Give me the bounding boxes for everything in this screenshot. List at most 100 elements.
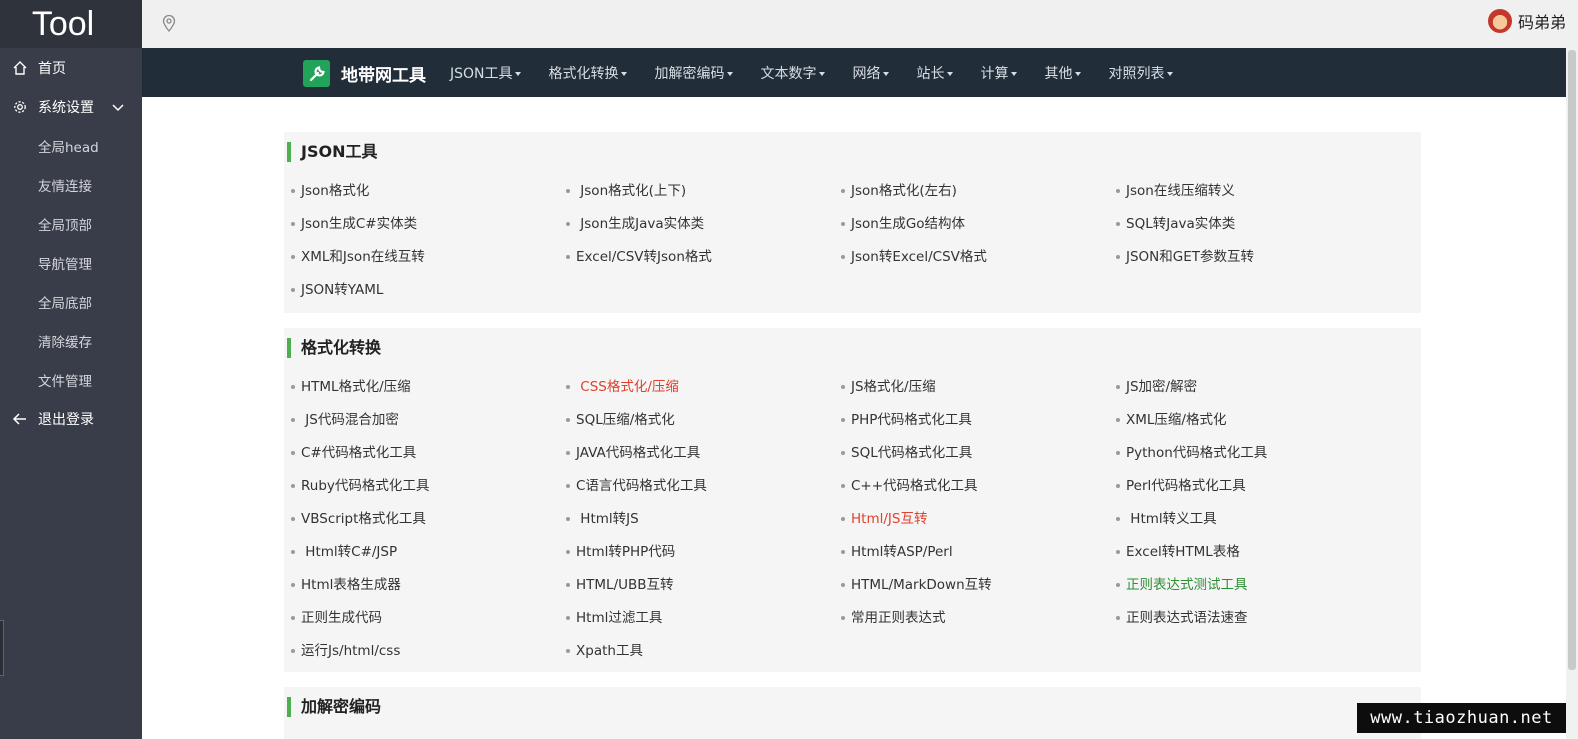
- tool-link[interactable]: Excel转HTML表格: [1116, 540, 1391, 560]
- sidebar-item-logout[interactable]: 退出登录: [0, 399, 142, 438]
- scrollbar-thumb[interactable]: [1568, 50, 1576, 670]
- tool-row: JS代码混合加密 SQL压缩/格式化 PHP代码格式化工具 XML压缩/格式化: [291, 401, 1421, 434]
- tool-link[interactable]: Perl代码格式化工具: [1116, 474, 1391, 494]
- bullet-icon: [1116, 221, 1120, 226]
- tool-link[interactable]: XML和Json在线互转: [291, 245, 566, 265]
- bullet-icon: [841, 188, 845, 193]
- menu-label: 文本数字: [760, 65, 817, 82]
- caret-down-icon: [1074, 71, 1081, 76]
- tool-link[interactable]: Html/JS互转: [841, 507, 1116, 527]
- tool-link[interactable]: Html转ASP/Perl: [841, 540, 1116, 560]
- tool-link[interactable]: Xpath工具: [566, 639, 841, 659]
- tool-link[interactable]: JS加密/解密: [1116, 375, 1391, 395]
- tool-link-label: Html/JS互转: [851, 510, 928, 527]
- tool-link-label: HTML/UBB互转: [576, 576, 674, 593]
- menu-text-number[interactable]: 文本数字: [761, 63, 825, 83]
- bullet-icon: [566, 615, 570, 620]
- tool-link-label: 正则表达式语法速查: [1126, 609, 1248, 626]
- menu-calculate[interactable]: 计算: [981, 63, 1017, 83]
- tool-link[interactable]: Html转JS: [566, 507, 841, 527]
- sidebar-item-global-top[interactable]: 全局顶部: [0, 204, 142, 243]
- tool-link[interactable]: 运行Js/html/css: [291, 639, 566, 659]
- sidebar-item-global-bottom[interactable]: 全局底部: [0, 282, 142, 321]
- tool-link-label: 常用正则表达式: [851, 609, 946, 626]
- sidebar-item-nav-manage[interactable]: 导航管理: [0, 243, 142, 282]
- tool-link-label: JAVA代码格式化工具: [576, 444, 701, 461]
- tool-link-label: Json生成Go结构体: [851, 215, 966, 232]
- tool-link[interactable]: HTML/UBB互转: [566, 573, 841, 593]
- tool-link[interactable]: VBScript格式化工具: [291, 507, 566, 527]
- bullet-icon: [291, 516, 295, 521]
- tool-link[interactable]: SQL压缩/格式化: [566, 408, 841, 428]
- caret-down-icon: [1010, 71, 1017, 76]
- tool-link[interactable]: XML压缩/格式化: [1116, 408, 1391, 428]
- sidebar-item-global-head[interactable]: 全局head: [0, 126, 142, 165]
- tool-link[interactable]: Python代码格式化工具: [1116, 441, 1391, 461]
- tool-link[interactable]: JS格式化/压缩: [841, 375, 1116, 395]
- menu-encrypt-encode[interactable]: 加解密编码: [655, 63, 733, 83]
- tool-link-label: Json格式化(上下): [576, 182, 687, 199]
- tool-link[interactable]: Json生成C#实体类: [291, 212, 566, 232]
- tool-link[interactable]: 正则表达式语法速查: [1116, 606, 1391, 626]
- bullet-icon: [566, 516, 570, 521]
- tool-link[interactable]: SQL转Java实体类: [1116, 212, 1391, 232]
- tool-link[interactable]: Json生成Java实体类: [566, 212, 841, 232]
- bullet-icon: [566, 483, 570, 488]
- tool-link[interactable]: Html表格生成器: [291, 573, 566, 593]
- bullet-icon: [841, 615, 845, 620]
- location-pin-icon[interactable]: [162, 14, 176, 36]
- tool-link-label: 运行Js/html/css: [301, 642, 401, 659]
- tool-link[interactable]: SQL代码格式化工具: [841, 441, 1116, 461]
- tool-link[interactable]: Html转C#/JSP: [291, 540, 566, 560]
- sidebar-item-label: 全局底部: [38, 295, 92, 312]
- sidebar-item-file-manage[interactable]: 文件管理: [0, 360, 142, 399]
- app-brand[interactable]: Tool: [0, 0, 142, 48]
- tool-link[interactable]: CSS格式化/压缩: [566, 375, 841, 395]
- tool-link-label: JS加密/解密: [1126, 378, 1198, 395]
- sidebar-item-clear-cache[interactable]: 清除缓存: [0, 321, 142, 360]
- menu-json-tools[interactable]: JSON工具: [450, 63, 521, 83]
- sidebar-item-home[interactable]: 首页: [0, 48, 142, 87]
- menu-webmaster[interactable]: 站长: [917, 63, 953, 83]
- menu-format-convert[interactable]: 格式化转换: [549, 63, 627, 83]
- caret-down-icon: [726, 71, 733, 76]
- site-logo[interactable]: 地带网工具: [303, 60, 426, 87]
- tool-link[interactable]: C++代码格式化工具: [841, 474, 1116, 494]
- tool-link[interactable]: PHP代码格式化工具: [841, 408, 1116, 428]
- tool-link[interactable]: 正则表达式测试工具: [1116, 573, 1391, 593]
- tool-link[interactable]: JSON转YAML: [291, 278, 566, 298]
- tool-link[interactable]: 常用正则表达式: [841, 606, 1116, 626]
- menu-reference-list[interactable]: 对照列表: [1109, 63, 1173, 83]
- tool-grid: Json格式化 Json格式化(上下) Json格式化(左右) Json在线压缩转义…: [284, 172, 1421, 304]
- user-menu[interactable]: 码弟弟: [1487, 9, 1566, 33]
- tool-link[interactable]: 正则生成代码: [291, 606, 566, 626]
- tool-link[interactable]: C语言代码格式化工具: [566, 474, 841, 494]
- section-encrypt-encode: 加解密编码: [284, 687, 1421, 739]
- tool-link[interactable]: Json格式化(左右): [841, 179, 1116, 199]
- tool-link[interactable]: Json转Excel/CSV格式: [841, 245, 1116, 265]
- sidebar-item-settings[interactable]: 系统设置: [0, 87, 142, 126]
- tool-link[interactable]: Html转义工具: [1116, 507, 1391, 527]
- tool-link[interactable]: Json格式化: [291, 179, 566, 199]
- tool-link[interactable]: JS代码混合加密: [291, 408, 566, 428]
- tool-link[interactable]: JAVA代码格式化工具: [566, 441, 841, 461]
- tool-link[interactable]: C#代码格式化工具: [291, 441, 566, 461]
- tool-link[interactable]: Ruby代码格式化工具: [291, 474, 566, 494]
- bullet-icon: [291, 648, 295, 653]
- tool-link[interactable]: HTML/MarkDown互转: [841, 573, 1116, 593]
- tool-link[interactable]: Excel/CSV转Json格式: [566, 245, 841, 265]
- tool-link[interactable]: Json在线压缩转义: [1116, 179, 1391, 199]
- tool-link-label: Json生成C#实体类: [301, 215, 418, 232]
- page-scrollbar[interactable]: [1566, 48, 1578, 739]
- sidebar-collapse-handle[interactable]: [0, 620, 4, 676]
- menu-network[interactable]: 网络: [853, 63, 889, 83]
- sidebar-item-friend-links[interactable]: 友情连接: [0, 165, 142, 204]
- tool-link[interactable]: HTML格式化/压缩: [291, 375, 566, 395]
- site-navbar: 地带网工具 JSON工具 格式化转换 加解密编码 文本数字 网络 站长 计算 其…: [142, 48, 1566, 97]
- tool-link[interactable]: Html转PHP代码: [566, 540, 841, 560]
- tool-link[interactable]: Json格式化(上下): [566, 179, 841, 199]
- menu-other[interactable]: 其他: [1045, 63, 1081, 83]
- tool-link[interactable]: Json生成Go结构体: [841, 212, 1116, 232]
- tool-link[interactable]: JSON和GET参数互转: [1116, 245, 1391, 265]
- tool-link[interactable]: Html过滤工具: [566, 606, 841, 626]
